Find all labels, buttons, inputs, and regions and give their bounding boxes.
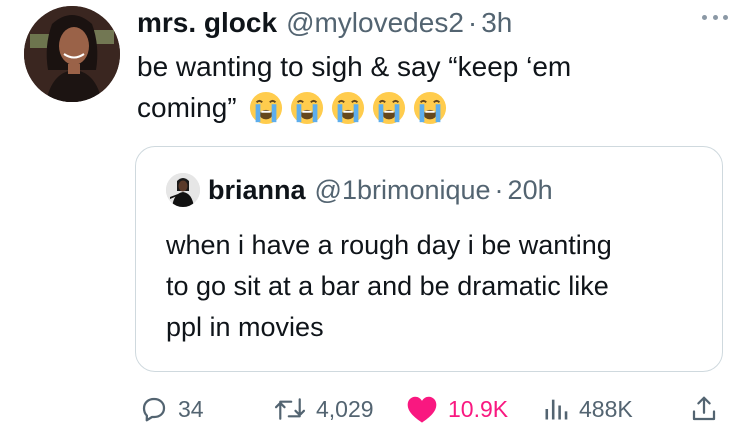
views-button[interactable]: 488K xyxy=(542,392,633,426)
quoted-text-line: ppl in movies xyxy=(166,312,324,342)
reply-icon xyxy=(142,397,166,422)
author-handle[interactable]: @mylovedes2 xyxy=(286,7,464,39)
quoted-text-line: when i have a rough day i be wanting xyxy=(166,230,612,260)
emoji-group xyxy=(249,91,447,125)
separator-dot: · xyxy=(467,7,478,38)
retweet-icon xyxy=(274,398,306,420)
loudly-crying-face-icon xyxy=(413,91,447,125)
share-icon xyxy=(692,396,716,421)
tweet-header: mrs. glock @mylovedes2 · 3h xyxy=(137,5,512,41)
like-button[interactable]: 10.9K xyxy=(405,392,508,426)
quoted-author-handle[interactable]: @1brimonique xyxy=(315,175,491,206)
quoted-tweet-text: when i have a rough day i be wanting to … xyxy=(166,225,706,348)
quoted-author-display-name[interactable]: brianna xyxy=(208,175,306,206)
tweet-text: be wanting to sigh & say “keep ‘em comin… xyxy=(137,46,727,128)
tweet-text-line-1: be wanting to sigh & say “keep ‘em xyxy=(137,51,572,82)
loudly-crying-face-icon xyxy=(331,91,365,125)
share-button[interactable] xyxy=(689,392,719,426)
more-options-icon[interactable] xyxy=(702,12,728,22)
quoted-tweet-card[interactable]: brianna @1brimonique · 20h when i have a… xyxy=(135,146,723,372)
quoted-author-avatar[interactable] xyxy=(166,173,200,207)
tweet-text-line-2: coming” xyxy=(137,92,237,123)
retweet-button[interactable]: 4,029 xyxy=(273,392,374,426)
like-count: 10.9K xyxy=(448,395,509,422)
loudly-crying-face-icon xyxy=(249,91,283,125)
avatar-photo xyxy=(24,6,120,102)
tweet-timestamp[interactable]: 3h xyxy=(481,7,512,39)
loudly-crying-face-icon xyxy=(372,91,406,125)
loudly-crying-face-icon xyxy=(290,91,324,125)
author-display-name[interactable]: mrs. glock xyxy=(137,7,277,39)
author-avatar[interactable] xyxy=(24,6,120,102)
quoted-tweet-timestamp[interactable]: 20h xyxy=(508,175,553,206)
view-count: 488K xyxy=(579,395,633,422)
tweet-action-bar: 34 4,029 10.9K 488K xyxy=(137,392,723,426)
reply-count: 34 xyxy=(178,395,204,422)
quoted-tweet-header: brianna @1brimonique · 20h xyxy=(166,173,553,207)
retweet-count: 4,029 xyxy=(316,395,374,422)
quoted-text-line: to go sit at a bar and be dramatic like xyxy=(166,271,609,301)
views-icon xyxy=(545,399,568,420)
heart-icon xyxy=(407,396,437,423)
quoted-separator-dot: · xyxy=(494,174,504,205)
reply-button[interactable]: 34 xyxy=(139,392,204,426)
